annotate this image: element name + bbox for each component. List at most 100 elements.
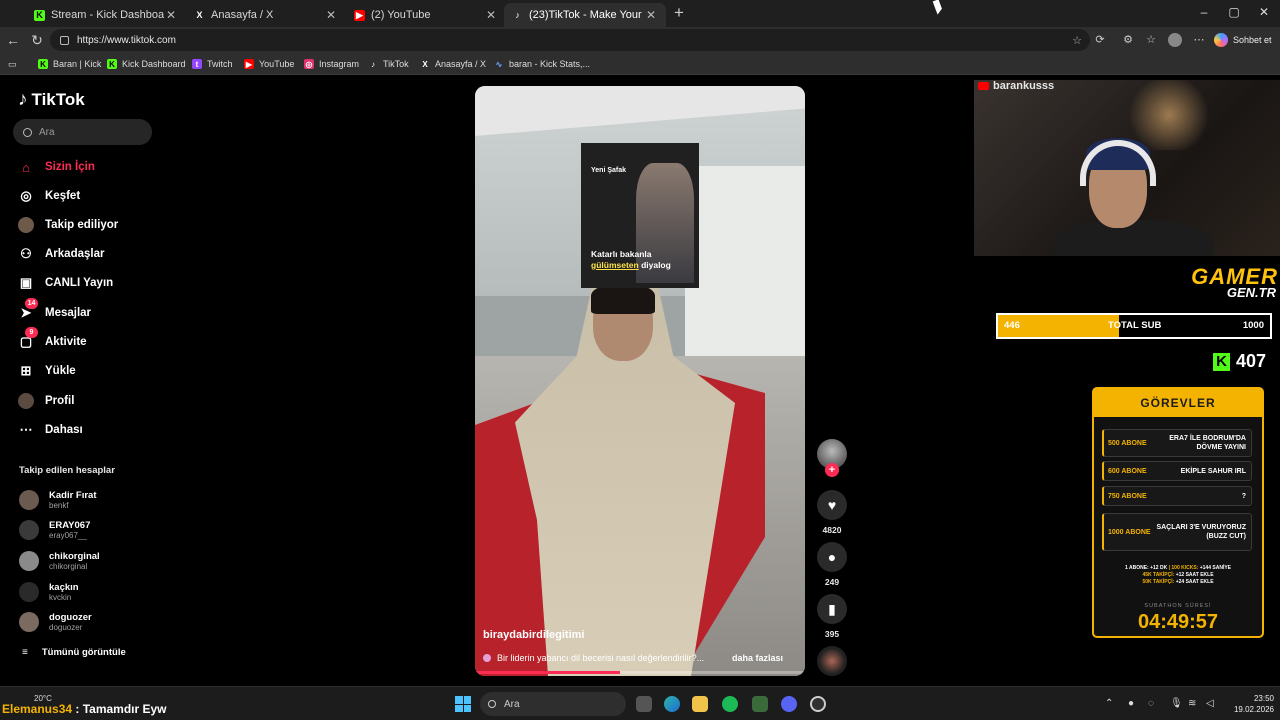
nav-live[interactable]: ▣ CANLI Yayın: [18, 273, 113, 293]
bookmark-instagram[interactable]: ◎ Instagram: [304, 57, 359, 71]
discord-icon[interactable]: [781, 696, 797, 712]
network-icon[interactable]: ◌: [1148, 698, 1154, 709]
save-button[interactable]: ▮: [817, 594, 847, 624]
tab-kick-dashboard[interactable]: K Stream - Kick Dashboard ✕: [26, 3, 186, 27]
subathon-rules: 1 ABONE: +12 DK | 100 KICKS: +144 SANİYE…: [1094, 565, 1262, 586]
avatar: [19, 582, 39, 602]
goal-item: 600 ABONE EKİPLE SAHUR IRL: [1102, 461, 1252, 481]
following-account[interactable]: kaçkın kvckin: [19, 579, 79, 605]
follow-plus-icon[interactable]: +: [825, 463, 839, 477]
account-handle: doguozer: [49, 622, 83, 632]
sub-goal: 1000: [1242, 320, 1264, 331]
minimize-button[interactable]: –: [1194, 5, 1214, 19]
nav-explore[interactable]: ◎ Keşfet: [18, 186, 80, 206]
youtube-icon: ▶: [244, 59, 254, 69]
nav-friends[interactable]: ⚇ Arkadaşlar: [18, 244, 104, 264]
description-text: Bir liderin yabancı dil becerisi nasıl d…: [497, 653, 705, 663]
taskbar-search[interactable]: Ara: [480, 692, 626, 716]
obs-icon[interactable]: [810, 696, 826, 712]
bookmark-sidebar-icon[interactable]: ▭: [8, 57, 17, 71]
following-account[interactable]: ERAY067 eray067__: [19, 517, 90, 543]
search-input[interactable]: Ara: [13, 119, 152, 145]
favorite-star-icon[interactable]: ☆: [1072, 34, 1082, 47]
bookmark-x[interactable]: X Anasayfa / X: [420, 57, 486, 71]
bookmark-label: YouTube: [259, 59, 295, 69]
video-author[interactable]: biraydabirdilegitimi: [483, 629, 584, 641]
copilot-button[interactable]: Sohbet et: [1214, 30, 1274, 50]
following-account[interactable]: chikorginal chikorginal: [19, 548, 100, 574]
youtube-icon: ▶: [354, 9, 365, 21]
extension-icon[interactable]: ⚙: [1121, 33, 1135, 47]
streaming-app-icon[interactable]: [752, 696, 768, 712]
nav-for-you[interactable]: ⌂ Sizin İçin: [18, 157, 95, 177]
video-progress-bar[interactable]: [475, 671, 805, 674]
task-view-icon[interactable]: [636, 696, 652, 712]
back-button[interactable]: ←: [4, 31, 22, 49]
maximize-button[interactable]: ▢: [1224, 5, 1244, 19]
microphone-icon[interactable]: 🎙: [1170, 698, 1183, 709]
profile-avatar-icon[interactable]: [1168, 33, 1182, 47]
nav-profile[interactable]: Profil: [18, 391, 74, 411]
nav-label: Arkadaşlar: [45, 248, 105, 260]
address-bar[interactable]: https://www.tiktok.com ☆: [50, 29, 1090, 51]
close-window-button[interactable]: ✕: [1254, 5, 1274, 19]
tiktok-logo[interactable]: ♪ TikTok: [18, 89, 85, 111]
system-clock[interactable]: 23:50 19.02.2026: [1228, 693, 1274, 715]
close-tab-icon[interactable]: ✕: [164, 8, 178, 22]
live-icon: ▣: [19, 275, 33, 290]
bookmark-tiktok[interactable]: ♪ TikTok: [368, 57, 409, 71]
bookmark-youtube[interactable]: ▶ YouTube: [244, 57, 294, 71]
favorites-icon[interactable]: ☆: [1144, 33, 1158, 47]
comment-button[interactable]: ●: [817, 542, 847, 572]
spotify-icon[interactable]: [722, 696, 738, 712]
bookmark-kick-dashboard[interactable]: K Kick Dashboard: [107, 57, 186, 71]
music-disc-icon[interactable]: [817, 646, 847, 676]
tab-youtube[interactable]: ▶ (2) YouTube ✕: [346, 3, 506, 27]
nav-upload[interactable]: ⊞ Yükle: [18, 361, 76, 381]
nav-activity[interactable]: ▢ 9 Aktivite: [18, 327, 87, 352]
nav-messages[interactable]: ➤ 14 Mesajlar: [18, 298, 91, 323]
see-all-button[interactable]: ≡ Tümünü görüntüle: [22, 647, 126, 658]
bookmark-label: Kick Dashboard: [122, 59, 186, 69]
following-account[interactable]: Kadir Fırat benkf: [19, 487, 97, 513]
like-button[interactable]: ♥: [817, 490, 847, 520]
close-tab-icon[interactable]: ✕: [644, 8, 658, 22]
bookmark-label: TikTok: [383, 59, 409, 69]
tab-tiktok[interactable]: ♪ (23)TikTok - Make Your Day ✕: [504, 3, 666, 27]
extensions-icon[interactable]: ⟳: [1093, 33, 1107, 47]
save-count: 395: [824, 629, 840, 639]
inset-brand: Yeni Şafak: [591, 167, 627, 174]
following-account[interactable]: doguozer doguozer: [19, 609, 92, 635]
tray-app-icon[interactable]: ●: [1128, 698, 1134, 709]
wifi-icon[interactable]: ≋: [1188, 698, 1196, 709]
close-tab-icon[interactable]: ✕: [484, 8, 498, 22]
bookmark-twitch[interactable]: t Twitch: [192, 57, 233, 71]
nav-following[interactable]: Takip ediliyor: [18, 215, 118, 235]
clock-time: 23:50: [1253, 694, 1274, 703]
account-handle: chikorginal: [49, 561, 88, 571]
more-button[interactable]: daha fazlası: [732, 653, 783, 663]
stream-channel-label: barankusss: [978, 80, 1054, 92]
volume-icon[interactable]: ◁: [1206, 698, 1214, 709]
bookmark-kick-stats[interactable]: ∿ baran - Kick Stats,...: [494, 57, 590, 71]
tiktok-icon: ♪: [515, 10, 520, 20]
bookmark-baran-kick[interactable]: K Baran | Kick: [38, 57, 101, 71]
tray-chevron-icon[interactable]: ⌃: [1105, 698, 1113, 709]
file-explorer-icon[interactable]: [692, 696, 708, 712]
sub-goal-bar: 446 TOTAL SUB 1000: [996, 313, 1272, 339]
new-tab-button[interactable]: +: [670, 4, 688, 22]
refresh-button[interactable]: ↻: [28, 31, 46, 49]
windows-start-icon[interactable]: [455, 696, 471, 712]
nav-more[interactable]: ⋯ Dahası: [18, 420, 83, 440]
site-info-icon[interactable]: [60, 35, 69, 45]
copilot-label: Sohbet et: [1233, 35, 1272, 45]
close-tab-icon[interactable]: ✕: [324, 8, 338, 22]
bookmarks-bar: ▭ K Baran | Kick K Kick Dashboard t Twit…: [0, 53, 1280, 75]
rule-value: +12 SAAT EKLE: [1174, 572, 1214, 578]
tab-x-home[interactable]: X Anasayfa / X ✕: [186, 3, 346, 27]
more-menu-icon[interactable]: ⋯: [1192, 33, 1206, 47]
video-player[interactable]: Yeni Şafak Katarlı bakanla gülümseten di…: [475, 86, 805, 676]
upload-icon: ⊞: [20, 363, 32, 378]
rule-value: +12 DK: [1148, 565, 1168, 571]
edge-icon[interactable]: [664, 696, 680, 712]
